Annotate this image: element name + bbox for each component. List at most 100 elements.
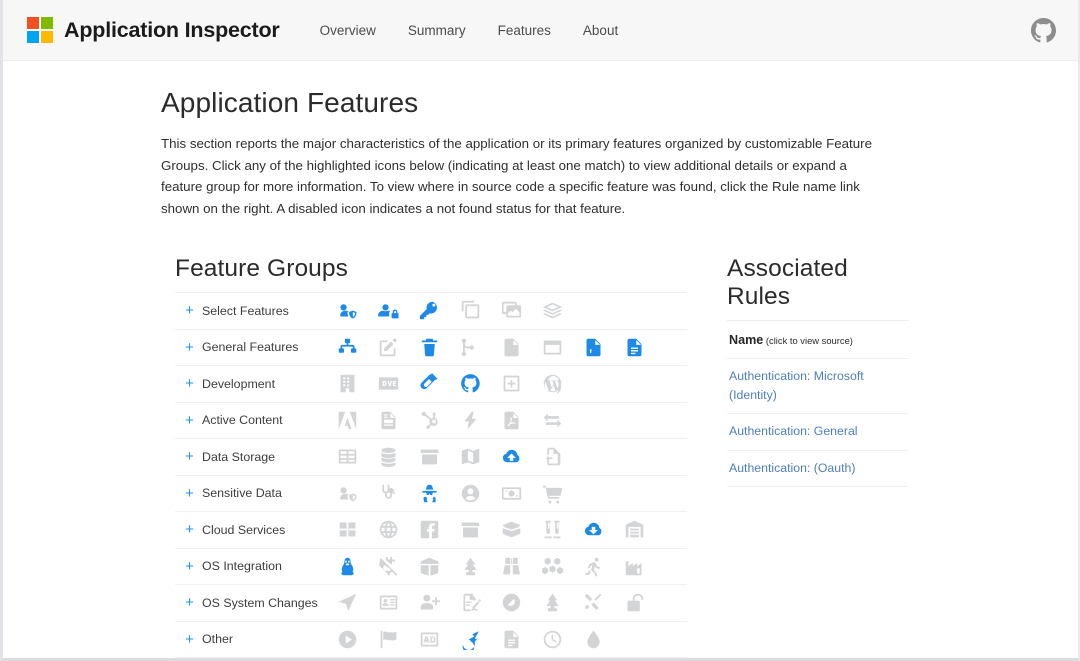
feature-group-toggle-development[interactable]: +Development xyxy=(175,376,327,391)
plus-icon: + xyxy=(184,413,195,428)
nav-link-overview[interactable]: Overview xyxy=(304,23,392,38)
nav-link-about[interactable]: About xyxy=(567,23,634,38)
location-arrow-icon xyxy=(327,589,368,617)
page-title: Application Features xyxy=(161,87,928,119)
shopping-cart-icon xyxy=(532,479,573,507)
id-card-icon xyxy=(368,589,409,617)
tools-icon xyxy=(573,589,614,617)
map-icon xyxy=(450,443,491,471)
brand[interactable]: Application Inspector xyxy=(27,17,280,43)
feature-group-toggle-os-integration[interactable]: + OS Integration xyxy=(175,559,327,574)
feature-groups-panel: Feature Groups + Select Features + General … xyxy=(175,255,687,658)
github-link[interactable] xyxy=(1031,18,1056,43)
trash-icon[interactable] xyxy=(409,333,450,361)
feature-icon-group xyxy=(327,479,573,507)
microsoft-logo xyxy=(27,17,53,43)
key-icon[interactable] xyxy=(409,297,450,325)
images-icon xyxy=(491,297,532,325)
associated-rules-panel: Associated Rules Name (click to view sou… xyxy=(727,255,909,658)
rule-link[interactable]: Authentication: (Oauth) xyxy=(729,459,907,478)
sitemap-icon[interactable] xyxy=(327,333,368,361)
feature-icon-group xyxy=(327,333,655,361)
feature-group-row: + General Features xyxy=(175,330,687,367)
feature-icon-group xyxy=(327,552,655,580)
file-alt-icon[interactable] xyxy=(614,333,655,361)
hubspot-icon xyxy=(409,406,450,434)
feature-group-toggle-data-storage[interactable]: +Data Storage xyxy=(175,449,327,464)
rule-row: Authentication: General xyxy=(727,414,909,451)
cloud-download-icon[interactable] xyxy=(573,516,614,544)
feature-group-row: + Select Features xyxy=(175,293,687,330)
file-chart-icon[interactable] xyxy=(573,333,614,361)
rules-list: Authentication: Microsoft (Identity) Auth… xyxy=(727,359,909,487)
vial-icon[interactable] xyxy=(409,370,450,398)
app-header: Application Inspector Overview Summary F… xyxy=(3,0,1078,61)
feature-icon-group xyxy=(327,370,573,398)
archive-icon xyxy=(450,516,491,544)
database-icon xyxy=(368,443,409,471)
feature-group-row: +OS System Changes xyxy=(175,585,687,622)
linux-icon[interactable] xyxy=(327,552,368,580)
plus-icon: + xyxy=(184,486,195,501)
tree-icon xyxy=(450,552,491,580)
feature-group-toggle-active-content[interactable]: +Active Content xyxy=(175,413,327,428)
github-icon[interactable] xyxy=(450,370,491,398)
feature-icon-group xyxy=(327,589,655,617)
plug-slash-icon xyxy=(368,552,409,580)
user-plus-icon xyxy=(409,589,450,617)
user-lock-icon[interactable] xyxy=(368,297,409,325)
stethoscope-icon xyxy=(368,479,409,507)
feature-group-toggle-other[interactable]: +Other xyxy=(175,632,327,647)
clone-windows-icon xyxy=(450,297,491,325)
associated-rules-title: Associated Rules xyxy=(727,255,909,311)
layer-group-icon xyxy=(532,297,573,325)
rule-link[interactable]: Authentication: General xyxy=(729,422,907,441)
ad-icon xyxy=(409,625,450,653)
feature-group-toggle-sensitive-data[interactable]: +Sensitive Data xyxy=(175,486,327,501)
file-import-icon xyxy=(532,443,573,471)
meteor-icon[interactable] xyxy=(450,625,491,653)
table-icon xyxy=(327,443,368,471)
feature-group-label: General Features xyxy=(202,340,298,354)
brand-title: Application Inspector xyxy=(64,18,280,43)
feature-group-row: +Active Content xyxy=(175,403,687,440)
nav-link-summary[interactable]: Summary xyxy=(392,23,482,38)
rules-column-hint: (click to view source) xyxy=(763,335,853,346)
file-signature-icon xyxy=(450,589,491,617)
feature-group-row: +Data Storage xyxy=(175,439,687,476)
feature-group-label: OS Integration xyxy=(202,559,282,573)
feature-group-toggle-os-system-changes[interactable]: +OS System Changes xyxy=(175,595,327,610)
globe-icon xyxy=(368,516,409,544)
plus-icon: + xyxy=(184,303,195,318)
feature-group-toggle-cloud-services[interactable]: +Cloud Services xyxy=(175,522,327,537)
feature-icon-group xyxy=(327,625,614,653)
binoculars-icon xyxy=(491,552,532,580)
running-icon xyxy=(573,552,614,580)
rules-column-name: Name xyxy=(729,333,763,347)
feature-group-row: +Cloud Services xyxy=(175,512,687,549)
cloud-upload-icon[interactable] xyxy=(491,443,532,471)
feature-group-label: Data Storage xyxy=(202,450,275,464)
nav-link-features[interactable]: Features xyxy=(482,23,567,38)
rule-link[interactable]: Authentication: Microsoft (Identity) xyxy=(729,367,907,404)
feature-group-toggle-select-features[interactable]: + Select Features xyxy=(175,303,327,318)
dev-badge-icon xyxy=(368,370,409,398)
building-icon xyxy=(327,370,368,398)
circle-icon xyxy=(491,589,532,617)
user-shield-icon[interactable] xyxy=(327,297,368,325)
feature-group-toggle-general-features[interactable]: + General Features xyxy=(175,340,327,355)
plus-icon: + xyxy=(184,522,195,537)
plus-icon: + xyxy=(184,376,195,391)
window-icon xyxy=(532,333,573,361)
page-content: Application Features This section report… xyxy=(3,61,1078,658)
plus-icon: + xyxy=(184,559,195,574)
facebook-icon xyxy=(409,516,450,544)
feature-group-label: Select Features xyxy=(202,304,289,318)
plus-icon: + xyxy=(184,340,195,355)
feature-groups-title: Feature Groups xyxy=(175,255,687,283)
play-circle-icon xyxy=(327,625,368,653)
archive-icon xyxy=(409,443,450,471)
user-secret-icon[interactable] xyxy=(409,479,450,507)
clock-icon xyxy=(532,625,573,653)
tint-icon xyxy=(573,625,614,653)
